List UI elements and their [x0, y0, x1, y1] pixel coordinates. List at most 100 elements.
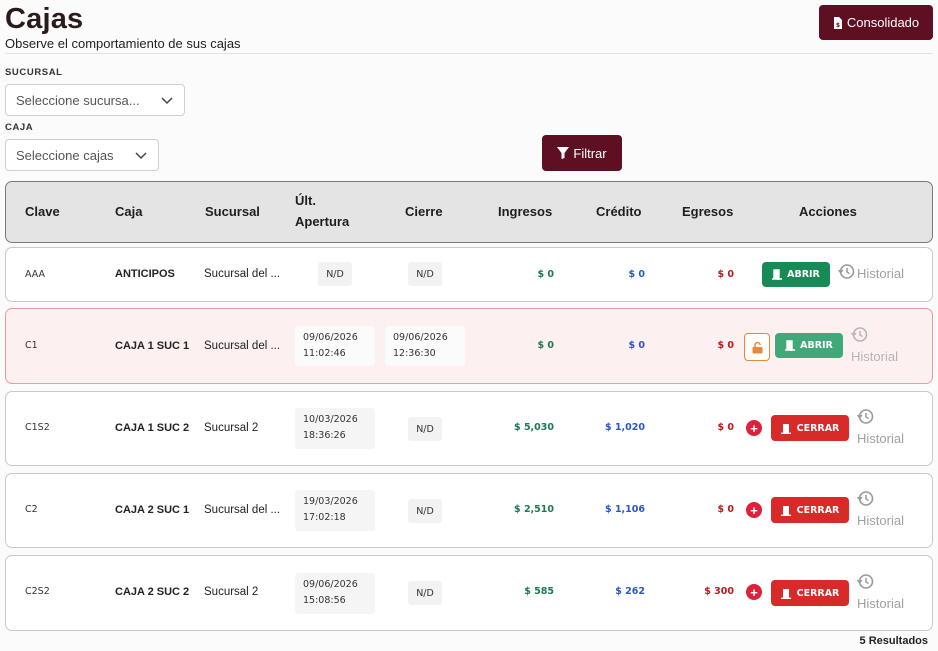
history-icon[interactable] — [857, 408, 874, 425]
table-row: C2 CAJA 2 SUC 1 Sucursal del ... 19/03/2… — [5, 473, 933, 548]
header-acciones: Acciones — [799, 204, 857, 219]
row-caja: ANTICIPOS — [115, 268, 175, 280]
cierre-datetime: 09/06/2026 12:36:30 — [385, 326, 465, 366]
header-sucursal: Sucursal — [205, 204, 260, 219]
abrir-label: ABRIR — [787, 269, 820, 280]
egresos-value: $ 300 — [704, 586, 734, 597]
sucursal-label: SUCURSAL — [5, 67, 63, 78]
table-row: C2S2 CAJA 2 SUC 2 Sucursal 2 09/06/2026 … — [5, 555, 933, 631]
history-icon[interactable] — [857, 573, 874, 590]
cerrar-button[interactable]: CERRAR — [771, 415, 849, 441]
door-closed-icon — [780, 505, 791, 516]
abrir-button[interactable]: ABRIR — [775, 333, 843, 358]
header-cierre: Cierre — [405, 204, 443, 219]
add-egreso-button[interactable]: + — [746, 502, 762, 518]
apertura-time: 17:02:18 — [303, 512, 346, 523]
header-clave: Clave — [25, 204, 60, 219]
header-apertura: Apertura — [295, 214, 350, 229]
header-egresos: Egresos — [682, 204, 734, 219]
header-credito: Crédito — [596, 204, 642, 219]
results-count: 5 Resultados — [859, 635, 928, 647]
document-dollar-icon: $ — [833, 16, 842, 29]
door-closed-icon — [780, 423, 791, 434]
row-caja: CAJA 1 SUC 2 — [115, 422, 190, 434]
row-sucursal: Sucursal 2 — [204, 586, 259, 598]
apertura-datetime: 10/03/2026 18:36:26 — [295, 408, 375, 449]
egresos-value: $ 0 — [717, 269, 734, 280]
apertura-time: 15:08:56 — [303, 595, 346, 606]
filtrar-label: Filtrar — [573, 145, 607, 161]
header-caja: Caja — [115, 204, 143, 219]
historial-link[interactable]: Historial — [857, 596, 904, 611]
historial-link[interactable]: Historial — [857, 513, 904, 528]
row-clave: C2 — [25, 504, 38, 515]
cerrar-label: CERRAR — [796, 587, 840, 599]
filtrar-button[interactable]: Filtrar — [542, 135, 622, 171]
abrir-label: ABRIR — [800, 340, 833, 351]
caja-select[interactable]: Seleccione cajas — [5, 139, 159, 171]
cerrar-label: CERRAR — [796, 504, 840, 516]
consolidado-label: Consolidado — [846, 15, 920, 30]
cerrar-button[interactable]: CERRAR — [771, 580, 849, 606]
door-open-icon — [785, 340, 796, 351]
cierre-nd: N/D — [408, 417, 442, 441]
add-egreso-button[interactable]: + — [746, 420, 762, 436]
apertura-date: 09/06/2026 — [303, 579, 358, 590]
historial-link[interactable]: Historial — [851, 349, 898, 364]
table-row: AAA ANTICIPOS Sucursal del ... N/D N/D $… — [5, 247, 933, 302]
table-row: C1S2 CAJA 1 SUC 2 Sucursal 2 10/03/2026 … — [5, 391, 933, 466]
row-sucursal: Sucursal del ... — [204, 504, 281, 516]
unlock-icon — [752, 341, 762, 353]
table-row: C1 CAJA 1 SUC 1 Sucursal del ... 09/06/2… — [5, 308, 933, 384]
apertura-datetime: 09/06/2026 11:02:46 — [295, 326, 375, 366]
cierre-nd: N/D — [408, 262, 442, 286]
svg-text:$: $ — [836, 22, 840, 29]
credito-value: $ 1,020 — [605, 422, 645, 433]
row-caja: CAJA 2 SUC 1 — [115, 504, 190, 516]
filter-icon — [557, 147, 570, 159]
row-sucursal: Sucursal 2 — [204, 422, 259, 434]
history-icon[interactable] — [857, 490, 874, 507]
chevron-down-icon — [161, 97, 173, 105]
egresos-value: $ 0 — [717, 340, 734, 351]
caja-placeholder: Seleccione cajas — [16, 147, 114, 163]
cerrar-button[interactable]: CERRAR — [771, 497, 849, 523]
unlock-button[interactable] — [744, 333, 770, 361]
credito-value: $ 0 — [628, 269, 645, 280]
sucursal-placeholder: Seleccione sucursa... — [16, 92, 140, 108]
ingresos-value: $ 0 — [537, 269, 554, 280]
row-caja: CAJA 1 SUC 1 — [115, 340, 190, 352]
add-egreso-button[interactable]: + — [746, 584, 762, 600]
table-header: Clave Caja Sucursal Últ. Apertura Cierre… — [5, 181, 933, 243]
apertura-date: 09/06/2026 — [303, 332, 358, 343]
row-clave: C1 — [25, 340, 38, 351]
cerrar-label: CERRAR — [796, 422, 840, 434]
historial-link[interactable]: Historial — [857, 431, 904, 446]
egresos-value: $ 0 — [717, 504, 734, 515]
ingresos-value: $ 2,510 — [514, 504, 554, 515]
ingresos-value: $ 5,030 — [514, 422, 554, 433]
historial-link[interactable]: Historial — [857, 266, 904, 281]
row-clave: C1S2 — [25, 422, 50, 433]
cierre-date: 09/06/2026 — [393, 332, 448, 343]
page-subtitle: Observe el comportamiento de sus cajas — [5, 36, 241, 51]
history-icon[interactable] — [838, 263, 855, 280]
apertura-datetime: 19/03/2026 17:02:18 — [295, 490, 375, 531]
apertura-nd: N/D — [318, 262, 352, 286]
abrir-button[interactable]: ABRIR — [762, 262, 830, 287]
door-closed-icon — [780, 588, 791, 599]
cierre-nd: N/D — [408, 581, 442, 605]
caja-label: CAJA — [5, 122, 34, 133]
row-sucursal: Sucursal del ... — [204, 268, 281, 280]
apertura-date: 19/03/2026 — [303, 496, 358, 507]
history-icon[interactable] — [851, 326, 868, 343]
apertura-date: 10/03/2026 — [303, 414, 358, 425]
consolidado-button[interactable]: $ Consolidado — [819, 5, 933, 40]
cierre-nd: N/D — [408, 499, 442, 523]
header-ingresos: Ingresos — [498, 204, 553, 219]
sucursal-select[interactable]: Seleccione sucursa... — [5, 84, 185, 116]
door-open-icon — [772, 269, 783, 280]
ingresos-value: $ 585 — [524, 586, 554, 597]
row-caja: CAJA 2 SUC 2 — [115, 586, 190, 598]
header-ult: Últ. — [295, 193, 316, 208]
